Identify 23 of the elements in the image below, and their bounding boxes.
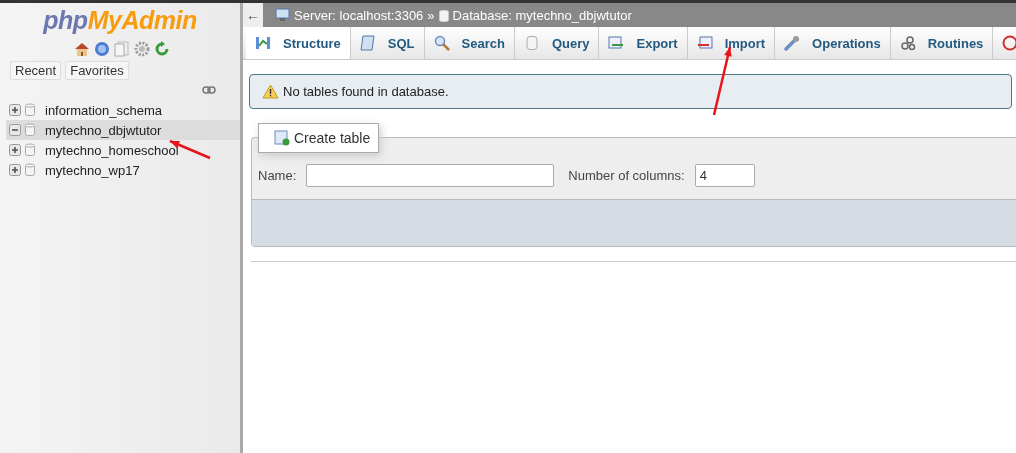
breadcrumb-link[interactable]: Server: localhost:3306 <box>294 7 424 23</box>
sidebar-tab[interactable]: Recent <box>10 61 62 80</box>
tab[interactable]: Operations <box>775 27 891 59</box>
breadcrumb-separator: » <box>427 7 435 23</box>
tab[interactable]: SQL <box>350 27 425 59</box>
tab[interactable]: Search <box>424 27 515 59</box>
columns-field[interactable]: 4 <box>694 164 755 187</box>
logo: phpMyAdmin <box>43 6 197 35</box>
field-label: Name: <box>258 168 297 183</box>
sidebar-tab[interactable]: Favorites <box>65 61 129 80</box>
database-item[interactable]: mytechno_wp17 <box>45 162 140 178</box>
tab[interactable]: Routines <box>890 27 994 59</box>
tab[interactable]: Structure <box>246 27 351 59</box>
tab[interactable]: Query <box>514 27 600 59</box>
tab[interactable]: Export <box>599 27 688 59</box>
notice-text: No tables found in database. <box>283 84 449 99</box>
database-item[interactable]: information_schema <box>45 102 163 118</box>
field-label: Number of columns: <box>568 168 685 183</box>
database-item[interactable]: mytechno_dbjwtutor <box>45 122 162 138</box>
database-item[interactable]: mytechno_homeschool <box>45 142 179 158</box>
breadcrumb-link[interactable]: Database: mytechno_dbjwtutor <box>452 7 632 23</box>
back-button[interactable]: ← <box>243 3 263 27</box>
legend-text: Create table <box>294 130 371 146</box>
